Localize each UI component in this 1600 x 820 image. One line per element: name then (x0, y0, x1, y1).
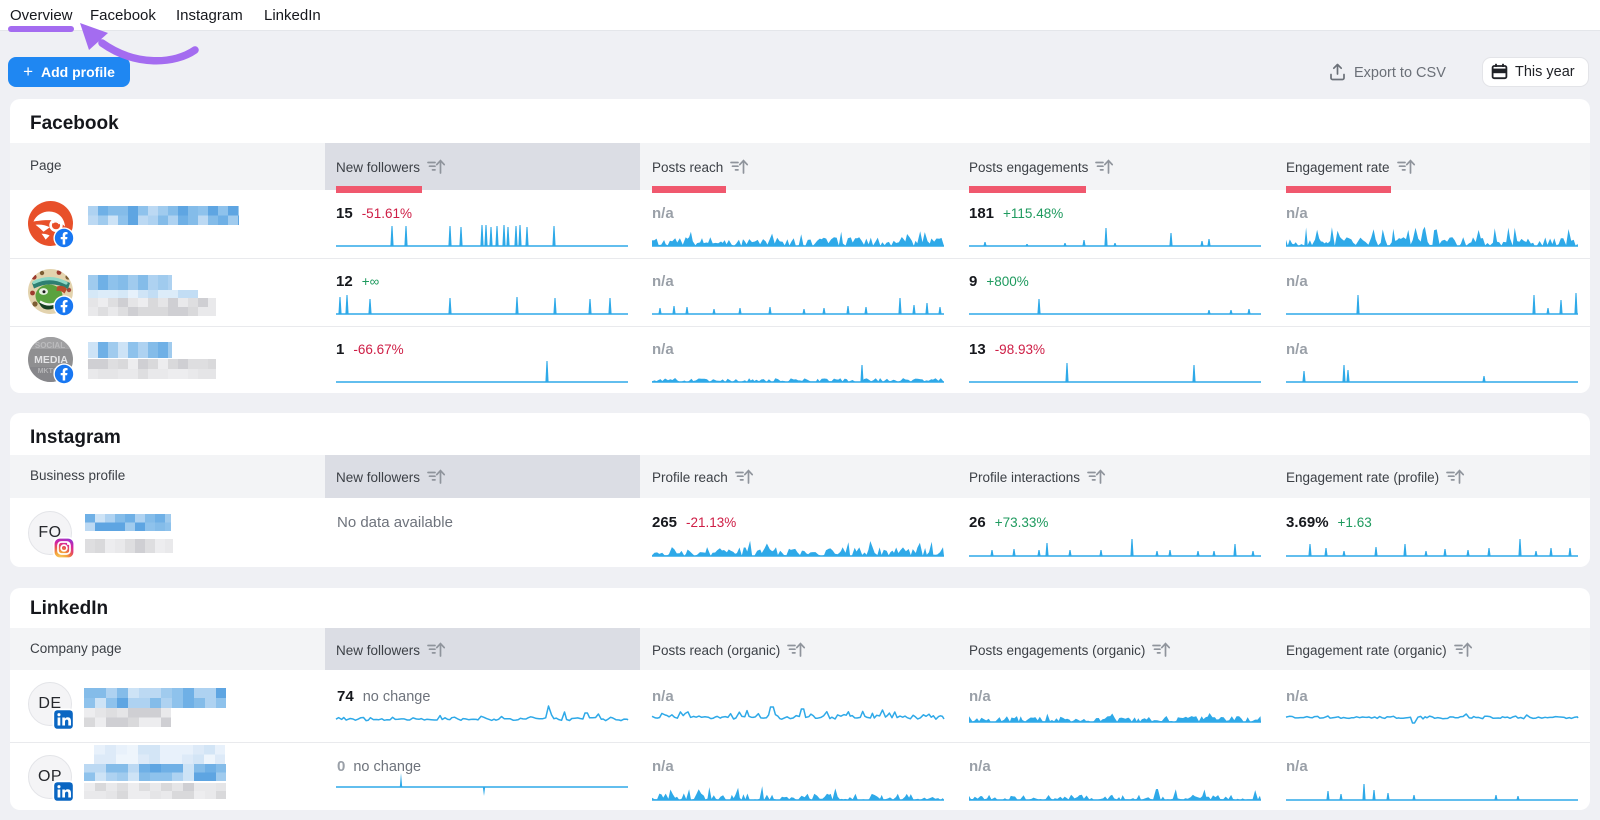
svg-text:SOCIAL: SOCIAL (35, 341, 65, 350)
